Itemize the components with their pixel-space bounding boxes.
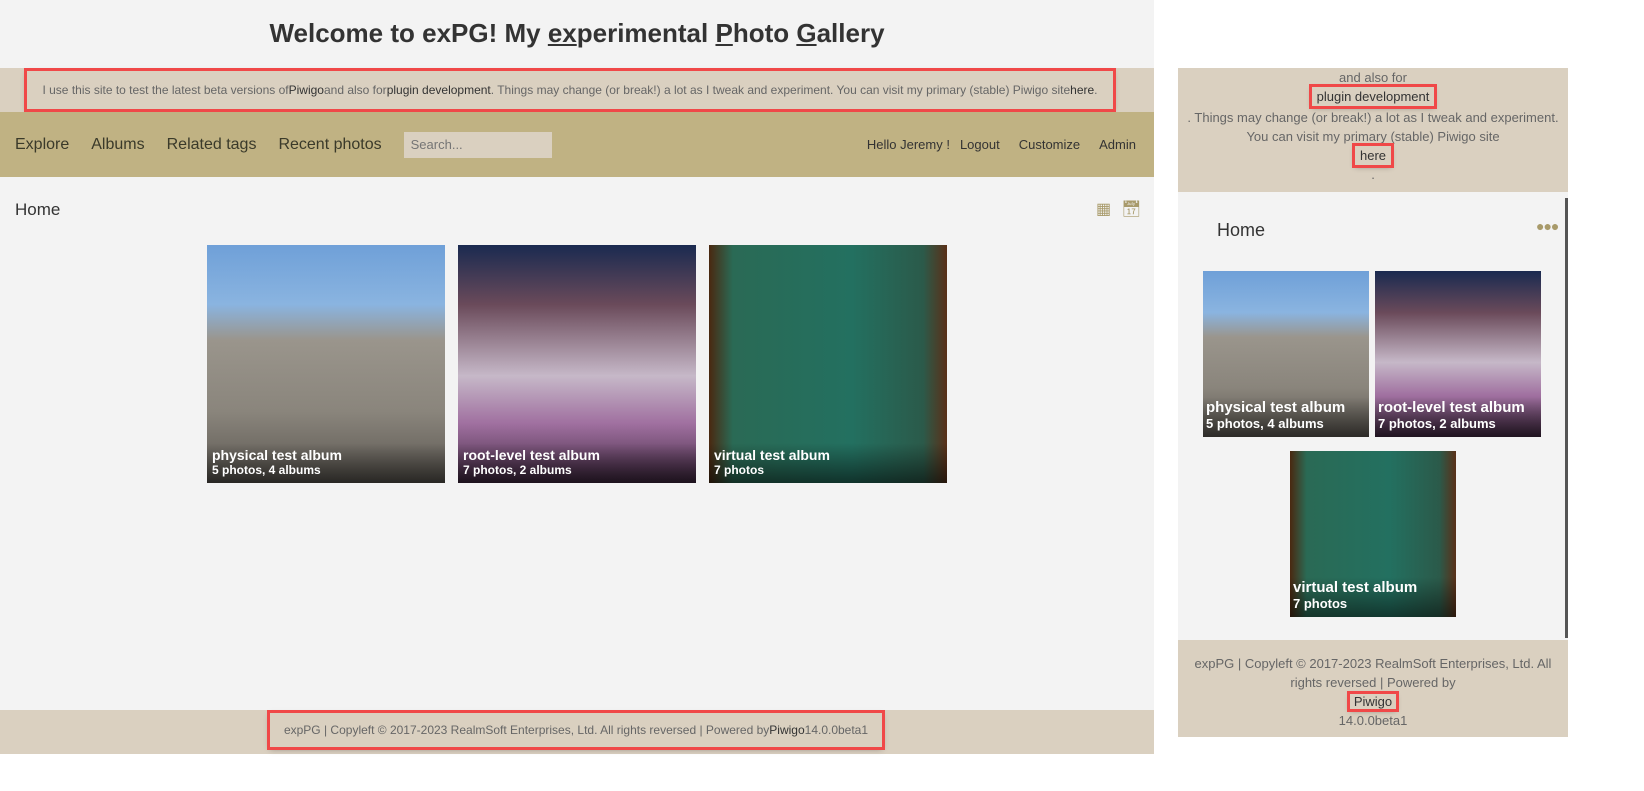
nav-albums[interactable]: Albums [91, 136, 144, 154]
album-card[interactable]: virtual test album 7 photos [709, 245, 947, 483]
logout-link[interactable]: Logout [960, 137, 1000, 152]
album-card[interactable]: virtual test album 7 photos [1290, 451, 1456, 617]
footer: expPG | Copyleft © 2017-2023 RealmSoft E… [0, 710, 1154, 754]
desktop-view: Welcome to exPG! My experimental Photo G… [0, 0, 1154, 754]
page-title: Welcome to exPG! My experimental Photo G… [269, 18, 885, 48]
mobile-view: and also for plugin development . Things… [1178, 68, 1568, 737]
mobile-footer: expPG | Copyleft © 2017-2023 RealmSoft E… [1178, 640, 1568, 737]
album-card[interactable]: root-level test album 7 photos, 2 albums [458, 245, 696, 483]
here-link[interactable]: here [1351, 143, 1395, 168]
album-card[interactable]: physical test album 5 photos, 4 albums [207, 245, 445, 483]
search-input[interactable] [403, 131, 552, 158]
calendar-icon[interactable]: 📅︎ [1121, 199, 1141, 219]
plugin-development-link[interactable]: plugin development [387, 83, 491, 97]
album-card[interactable]: physical test album 5 photos, 4 albums [1203, 271, 1369, 437]
scrollbar[interactable] [1565, 198, 1568, 638]
breadcrumb[interactable]: Home [15, 200, 60, 220]
more-icon[interactable]: ●●● [1536, 218, 1559, 234]
banner-text: I use this site to test the latest beta … [24, 68, 1116, 112]
footer-text: expPG | Copyleft © 2017-2023 RealmSoft E… [267, 710, 885, 750]
nav-bar: Explore Albums Related tags Recent photo… [0, 112, 1154, 177]
breadcrumb[interactable]: Home [1217, 220, 1265, 241]
album-card[interactable]: root-level test album 7 photos, 2 albums [1375, 271, 1541, 437]
plugin-development-link[interactable]: plugin development [1308, 84, 1438, 109]
piwigo-link[interactable]: Piwigo [289, 83, 324, 97]
piwigo-footer-link[interactable]: Piwigo [769, 723, 804, 737]
info-banner: I use this site to test the latest beta … [0, 68, 1154, 112]
mobile-banner: and also for plugin development . Things… [1178, 68, 1568, 192]
customize-link[interactable]: Customize [1019, 137, 1080, 152]
greeting: Hello Jeremy ! [866, 137, 950, 152]
piwigo-footer-link[interactable]: Piwigo [1346, 691, 1400, 712]
admin-link[interactable]: Admin [1099, 137, 1136, 152]
nav-explore[interactable]: Explore [15, 136, 69, 154]
nav-recent-photos[interactable]: Recent photos [278, 136, 381, 154]
here-link[interactable]: here [1070, 83, 1094, 97]
nav-related-tags[interactable]: Related tags [167, 136, 257, 154]
grid-icon[interactable]: ▦ [1096, 199, 1111, 219]
